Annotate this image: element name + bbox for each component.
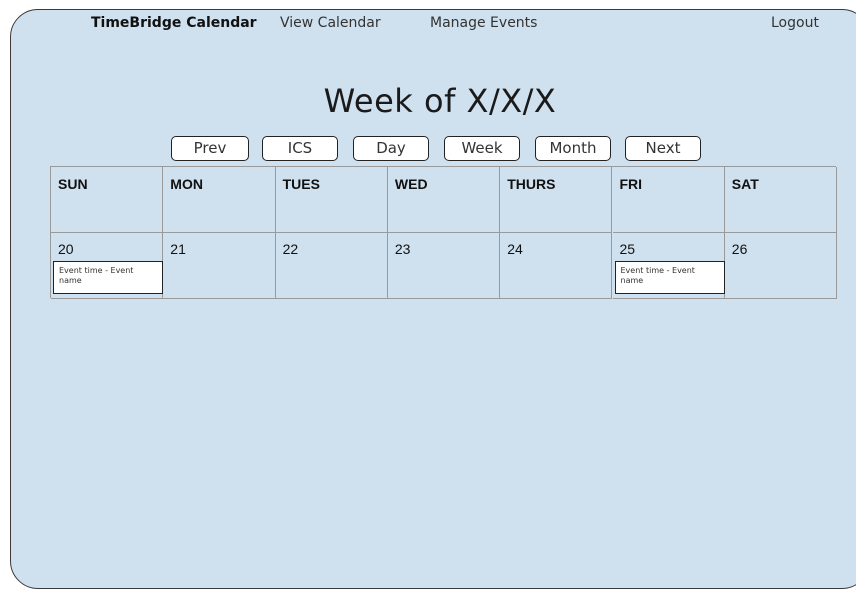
day-name: TUES [282,176,320,192]
day-cell-mon[interactable]: 21 [163,233,276,299]
week-calendar-grid: SUN MON TUES WED THURS FRI SAT 20 Event … [50,166,838,299]
ics-button[interactable]: ICS [262,136,338,161]
day-name: MON [170,176,203,192]
day-cell-thurs[interactable]: 24 [500,233,613,299]
day-name: SUN [58,176,88,192]
day-header-sun: SUN [51,167,164,233]
day-name: WED [394,176,428,192]
date-number: 23 [394,241,411,257]
day-header-sat: SAT [724,167,838,233]
view-calendar-link[interactable]: View Calendar [280,15,381,35]
day-header-wed: WED [387,167,501,233]
day-cell-sat[interactable]: 26 [724,233,838,299]
date-number: 26 [731,241,748,257]
date-number: 22 [282,241,299,257]
day-name: SAT [731,176,759,192]
day-cell-fri[interactable]: 25 Event time - Event name [612,233,725,299]
page-title: Week of X/X/X [323,82,557,120]
day-header-thurs: THURS [500,167,613,233]
week-view-button[interactable]: Week [444,136,520,161]
day-cell-tues[interactable]: 22 [275,233,388,299]
date-number: 20 [58,241,74,257]
date-number: 21 [170,241,186,257]
date-number: 25 [619,241,636,257]
month-view-button[interactable]: Month [535,136,611,161]
day-cell-wed[interactable]: 23 [387,233,501,299]
manage-events-link[interactable]: Manage Events [430,15,537,35]
logout-link[interactable]: Logout [771,15,819,35]
day-header-fri: FRI [612,167,725,233]
event-item[interactable]: Event time - Event name [614,261,725,294]
date-number: 24 [507,241,523,257]
day-name: THURS [507,176,556,192]
day-name: FRI [619,176,643,192]
day-header-mon: MON [163,167,276,233]
next-button[interactable]: Next [625,136,701,161]
day-cell-sun[interactable]: 20 Event time - Event name [51,233,164,299]
prev-button[interactable]: Prev [171,136,249,161]
event-item[interactable]: Event time - Event name [53,261,163,294]
brand-title: TimeBridge Calendar [91,15,257,31]
day-view-button[interactable]: Day [353,136,429,161]
day-header-tues: TUES [275,167,388,233]
